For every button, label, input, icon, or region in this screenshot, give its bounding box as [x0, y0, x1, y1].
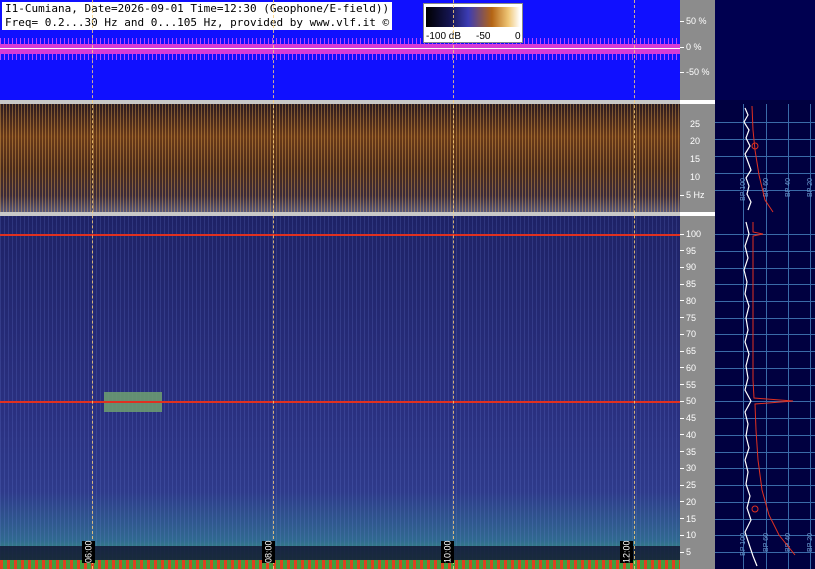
- bottom-dark-band: [0, 546, 680, 560]
- marker-line-100hz: [0, 234, 680, 236]
- colorbar-legend: -100 dB -50 0: [423, 3, 523, 43]
- time-label: 10:00: [441, 540, 454, 564]
- low-freq-tick: 15: [690, 154, 701, 164]
- profile-curve-red: [752, 222, 796, 556]
- high-freq-tick: 40: [680, 430, 696, 440]
- time-gridline: [92, 0, 93, 569]
- high-freq-tick: 15: [680, 514, 696, 524]
- time-gridline: [453, 0, 454, 569]
- low-freq-tick: 5 Hz: [680, 190, 705, 200]
- high-freq-tick: 70: [680, 329, 696, 339]
- high-freq-tick: 65: [680, 346, 696, 356]
- chart-title: I1-Cumiana, Date=2026-09-01 Time=12:30 (…: [2, 2, 393, 30]
- profile-traces: [743, 105, 796, 567]
- high-freq-tick: 80: [680, 296, 696, 306]
- profile-trace-high: [743, 221, 758, 567]
- profile-curve-red-top: [751, 105, 774, 213]
- high-freq-tick: 20: [680, 497, 696, 507]
- colorbar-label-mid: -50: [476, 31, 491, 42]
- low-freq-tick: 20: [690, 136, 701, 146]
- spectrogram-high-freq: [0, 216, 680, 569]
- waveform-zero-line: [0, 48, 680, 49]
- time-label: 12:00: [620, 540, 633, 564]
- low-freq-tick: 25: [690, 119, 701, 129]
- time-gridline: [634, 0, 635, 569]
- high-freq-tick: 30: [680, 463, 696, 473]
- time-label: 06:00: [82, 540, 95, 564]
- high-freq-tick: 100: [680, 229, 701, 239]
- high-freq-tick: 95: [680, 246, 696, 256]
- bottom-noise-band: [0, 560, 680, 569]
- waveform-tick: -50 %: [680, 67, 710, 77]
- time-gridline: [273, 0, 274, 569]
- colorbar-label-max: 0: [515, 31, 521, 42]
- scale-divider: [680, 100, 715, 104]
- high-freq-tick: 90: [680, 262, 696, 272]
- high-freq-tick: 85: [680, 279, 696, 289]
- scale-divider: [680, 212, 715, 216]
- waveform-trace: [0, 44, 680, 54]
- waveform-tick: 50 %: [680, 16, 707, 26]
- main-panel: I1-Cumiana, Date=2026-09-01 Time=12:30 (…: [0, 0, 680, 569]
- title-line-2: Freq= 0.2...30 Hz and 0...105 Hz, provid…: [5, 16, 390, 29]
- time-label: 08:00: [262, 540, 275, 564]
- profile-marker-circle: [751, 505, 759, 513]
- high-freq-tick: 35: [680, 447, 696, 457]
- title-line-1: I1-Cumiana, Date=2026-09-01 Time=12:30 (…: [5, 2, 390, 15]
- high-freq-tick: 75: [680, 313, 696, 323]
- profile-trace-low: [743, 107, 752, 211]
- colorbar-gradient: [426, 7, 520, 27]
- high-freq-tick: 10: [680, 530, 696, 540]
- axis-scale-panel: 50 % 0 % -50 % 25 20 15 10 5 Hz 100 95 90 8…: [680, 0, 715, 569]
- spectrogram-low-freq: [0, 104, 680, 212]
- low-freq-tick: 10: [690, 172, 701, 182]
- high-freq-tick: 5: [680, 547, 691, 557]
- high-freq-tick: 25: [680, 480, 696, 490]
- high-freq-tick: 45: [680, 413, 696, 423]
- high-freq-tick: 60: [680, 363, 696, 373]
- colorbar-label-min: -100 dB: [426, 31, 462, 42]
- high-freq-tick: 55: [680, 380, 696, 390]
- profile-panel: BP 100 BP 60 BP 40 BP 20 BP 100 BP 60 BP…: [715, 0, 815, 569]
- high-freq-tick: 50: [680, 396, 696, 406]
- waveform-tick: 0 %: [680, 42, 702, 52]
- marker-line-50hz: [0, 401, 680, 403]
